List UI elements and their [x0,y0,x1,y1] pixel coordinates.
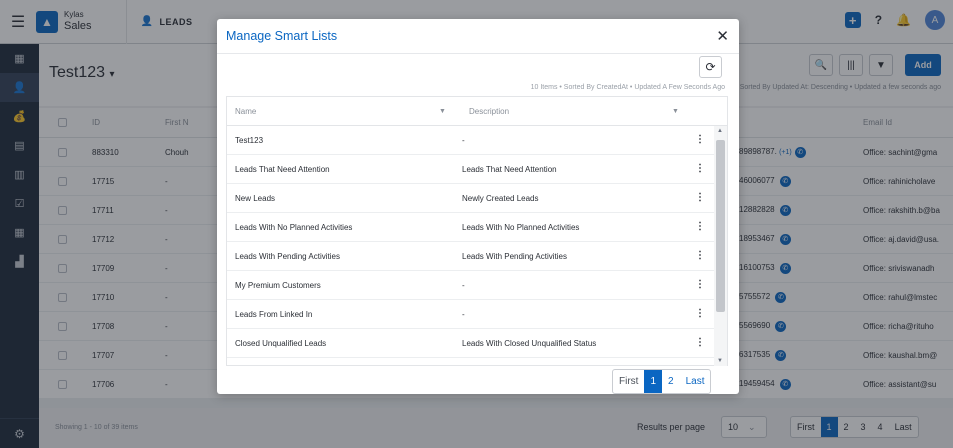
table-body: Test123- ⋮ Leads That Need Attention Leads … [227,126,714,366]
kebab-menu-icon[interactable]: ⋮ [695,221,705,232]
modal-header: Manage Smart Lists [217,19,739,54]
smart-list-name[interactable]: Leads With Pending Activities [235,252,340,261]
kebab-menu-icon[interactable]: ⋮ [695,337,705,348]
smart-list-description: - [462,310,465,319]
kebab-menu-icon[interactable]: ⋮ [695,163,705,174]
smart-list-name[interactable]: Leads With No Planned Activities [235,223,352,232]
manage-smart-lists-modal: Manage Smart Lists ✕ ⟳ 10 Items • Sorted… [217,19,739,394]
smart-list-row[interactable]: Test123 - ⋮ [227,126,714,155]
smart-list-row[interactable]: Leads From Linked In - ⋮ [227,300,714,329]
modal-pagination: First 1 2 Last [612,369,712,394]
smart-list-row[interactable]: Closed Unqualified Leads Leads With Close… [227,329,714,358]
scrollbar-thumb[interactable] [716,140,725,312]
kebab-menu-icon[interactable]: ⋮ [695,308,705,319]
kebab-menu-icon[interactable]: ⋮ [695,134,705,145]
smart-list-description: - [462,281,465,290]
smart-lists-table: Name ▼ Description ▼ Test123- ⋮ Leads That… [226,96,728,366]
smart-list-row[interactable]: New Leads Newly Created Leads ⋮ [227,184,714,213]
kebab-menu-icon[interactable]: ⋮ [695,279,705,290]
kebab-menu-icon[interactable]: ⋮ [695,192,705,203]
smart-list-name[interactable]: My Premium Customers [235,281,321,290]
page-1[interactable]: 1 [644,370,663,393]
scroll-down-icon[interactable]: ▼ [717,358,723,364]
page-first[interactable]: First [613,370,644,393]
table-header: Name ▼ Description ▼ [227,97,727,126]
close-icon[interactable]: ✕ [716,27,729,45]
scroll-up-icon[interactable]: ▲ [717,128,723,134]
page-last[interactable]: Last [680,370,711,393]
sort-caret-icon[interactable]: ▼ [672,108,679,115]
kebab-menu-icon[interactable]: ⋮ [695,250,705,261]
modal-title: Manage Smart Lists [226,29,338,43]
smart-list-name[interactable]: Test123 [235,136,263,145]
list-info: 10 Items • Sorted By CreatedAt • Updated… [530,84,725,91]
sort-caret-icon[interactable]: ▼ [439,108,446,115]
smart-list-name[interactable]: Leads That Need Attention [235,165,330,174]
smart-list-row[interactable]: Leads With No Planned Activities Leads Wi… [227,213,714,242]
page-2[interactable]: 2 [662,370,680,393]
header-name[interactable]: Name [235,107,256,116]
smart-list-row[interactable]: Leads That Need Attention Leads That Need… [227,155,714,184]
vertical-scrollbar[interactable]: ▲ ▼ [714,126,727,366]
smart-list-description: Leads With Pending Activities [462,252,567,261]
smart-list-row[interactable]: My Premium Customers - ⋮ [227,271,714,300]
smart-list-name[interactable]: Closed Unqualified Leads [235,339,326,348]
smart-list-description: Leads With No Planned Activities [462,223,580,232]
smart-list-name[interactable]: Leads From Linked In [235,310,312,319]
header-description[interactable]: Description [469,107,509,116]
smart-list-description: Leads That Need Attention [462,165,557,174]
smart-list-row[interactable]: Leads With Pending Activities Leads With … [227,242,714,271]
smart-list-description: - [462,136,465,145]
smart-list-description: Newly Created Leads [462,194,539,203]
refresh-icon[interactable]: ⟳ [699,56,722,78]
smart-list-name[interactable]: New Leads [235,194,275,203]
smart-list-description: Leads With Closed Unqualified Status [462,339,597,348]
